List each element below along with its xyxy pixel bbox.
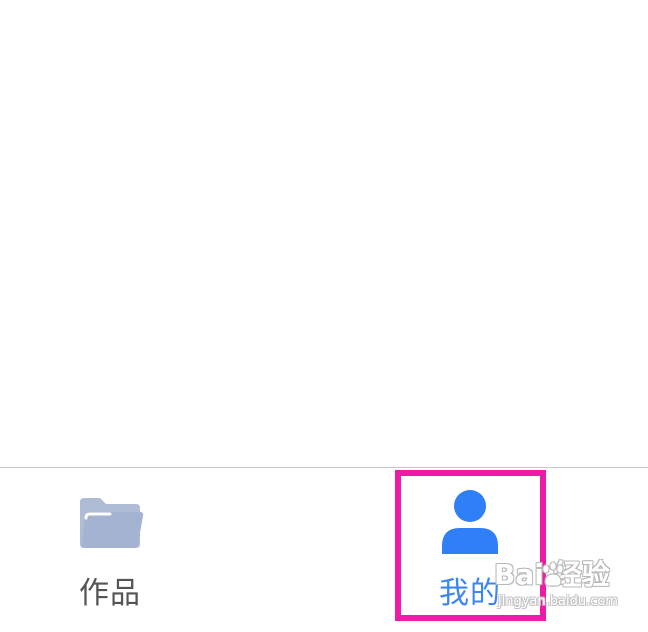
- tab-mine[interactable]: 我的: [398, 468, 542, 618]
- bottom-tab-bar: 作品 我的: [0, 467, 648, 632]
- tab-mine-label: 我的: [439, 576, 501, 611]
- page-content-area: [0, 0, 648, 467]
- tab-works[interactable]: 作品: [40, 468, 180, 618]
- app-screen: 作品 我的 Bai 经验 jingyan.baidu.com: [0, 0, 648, 632]
- folder-icon: [80, 498, 144, 548]
- tab-works-label: 作品: [79, 576, 141, 611]
- user-icon: [442, 490, 498, 554]
